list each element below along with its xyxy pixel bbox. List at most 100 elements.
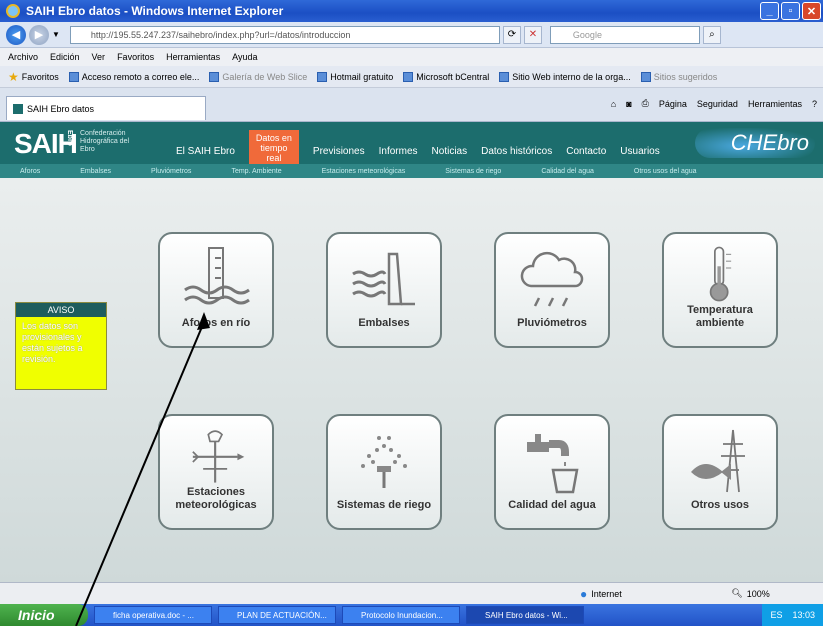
aviso-box: AVISO Los datos son provisionales y está… [15,302,107,390]
page-icon [13,103,23,114]
taskbar-item[interactable]: PLAN DE ACTUACIÓN... [218,606,336,624]
favorite-item[interactable]: Sitio Web interno de la orga... [499,71,631,82]
sprinkler-icon [361,436,407,488]
menu-edicion[interactable]: Edición [50,52,80,62]
tile-riego[interactable]: Sistemas de riego [326,414,442,530]
tile-estaciones[interactable]: Estaciones meteorológicas [158,414,274,530]
back-button[interactable]: ◀ [6,24,26,45]
taskbar-item[interactable]: ficha operativa.doc - ... [94,606,212,624]
favorites-bar: ★ Favoritos Acceso remoto a correo ele...… [0,66,823,88]
rain-cloud-icon [520,251,584,307]
clock: 13:03 [792,610,815,620]
tile-aforos[interactable]: Aforos en río [158,232,274,348]
sub-nav: Aforos Embalses Pluviómetros Temp. Ambie… [0,164,823,178]
tool-pagina[interactable]: Página [659,99,687,109]
maximize-button[interactable]: ▫ [781,2,800,20]
print-icon[interactable]: ⎙ [642,98,649,109]
logo-side-text: Ebro [66,130,73,146]
zoom-level[interactable]: 100% [747,589,770,599]
page-icon [317,71,328,82]
confederacion-text: Confederación Hidrográfica del Ebro [80,130,130,153]
dropdown-icon[interactable]: ▼ [52,30,60,39]
tile-label: Temperatura ambiente [687,304,753,329]
feeds-icon[interactable]: ◙ [626,99,631,109]
zoom-icon[interactable]: 🔍︎ [731,588,742,599]
page-icon [403,71,414,82]
menu-ver[interactable]: Ver [92,52,106,62]
page-icon [640,71,651,82]
page-icon [68,71,79,82]
tile-label: Aforos en río [181,317,251,329]
nav-historicos[interactable]: Datos históricos [481,146,552,157]
address-input[interactable]: http://195.55.247.237/saihebro/index.php… [69,25,500,44]
tile-label: Calidad del agua [508,499,596,511]
zone-label: Internet [591,588,622,599]
chebro-logo[interactable]: CHEbro [695,128,815,158]
tab-saih-ebro[interactable]: SAIH Ebro datos [6,96,206,120]
favorite-item[interactable]: Microsoft bCentral [403,71,489,82]
nav-contacto[interactable]: Contacto [566,146,606,157]
help-icon[interactable]: ? [812,99,817,109]
menu-favoritos[interactable]: Favoritos [117,52,154,62]
subnav-item[interactable]: Temp. Ambiente [231,168,281,175]
search-icon[interactable]: ⌕ [702,25,721,44]
close-button[interactable]: ✕ [802,2,821,20]
subnav-item[interactable]: Estaciones meteorológicas [322,168,406,175]
tile-otros-usos[interactable]: Otros usos [662,414,778,530]
nav-el-saih[interactable]: El SAIH Ebro [176,146,235,157]
subnav-item[interactable]: Aforos [20,168,40,175]
status-bar: ● Internet 🔍︎ 100% [0,582,823,604]
command-bar: ⌂ ◙ ⎙ Página Seguridad Herramientas ? [611,98,817,109]
aviso-text: Los datos son provisionales y están suje… [22,321,83,364]
system-tray: ES 13:03 [762,604,823,626]
favorite-item[interactable]: Galería de Web Slice [209,71,307,82]
minimize-button[interactable]: _ [760,2,779,20]
tile-label: Pluviómetros [517,317,587,329]
subnav-item[interactable]: Pluviómetros [151,168,191,175]
tile-embalses[interactable]: Embalses [326,232,442,348]
favorite-item[interactable]: Hotmail gratuito [317,71,393,82]
favorites-button[interactable]: ★ Favoritos [8,70,59,84]
nav-usuarios[interactable]: Usuarios [620,146,659,157]
nav-tiempo-real[interactable]: Datos en tiempo real [248,130,299,166]
nav-informes[interactable]: Informes [379,146,418,157]
language-indicator[interactable]: ES [770,610,782,620]
menu-ayuda[interactable]: Ayuda [232,52,257,62]
taskbar-item[interactable]: SAIH Ebro datos - Wi... [466,606,584,624]
tile-pluviometros[interactable]: Pluviómetros [494,232,610,348]
weather-vane-icon [192,430,245,483]
menu-herramientas[interactable]: Herramientas [166,52,220,62]
tile-label: Otros usos [690,499,750,511]
main-nav: El SAIH Ebro Datos en tiempo real Previs… [176,130,660,166]
taskbar-item[interactable]: Protocolo Inundacion... [342,606,460,624]
start-button[interactable]: Inicio [0,604,88,626]
address-toolbar: ◀ ▶ ▼ http://195.55.247.237/saihebro/ind… [0,22,823,48]
refresh-icon[interactable]: ⟳ [502,25,521,44]
page-icon [499,71,510,82]
menu-archivo[interactable]: Archivo [8,52,38,62]
tool-seguridad[interactable]: Seguridad [697,99,738,109]
stop-icon[interactable]: ✕ [523,25,542,44]
forward-button[interactable]: ▶ [29,24,49,45]
river-gauge-icon [184,247,250,305]
subnav-item[interactable]: Embalses [80,168,111,175]
tile-calidad[interactable]: Calidad del agua [494,414,610,530]
subnav-item[interactable]: Otros usos del agua [634,168,697,175]
dam-icon [352,252,415,306]
tile-label: Sistemas de riego [336,499,432,511]
nav-noticias[interactable]: Noticias [432,146,468,157]
favorite-item[interactable]: Acceso remoto a correo ele... [68,71,199,82]
ie-icon [6,4,20,18]
tile-label: Embalses [358,317,410,329]
nav-previsiones[interactable]: Previsiones [313,146,365,157]
search-input[interactable]: Google [549,25,700,44]
favorite-item[interactable]: Sitios sugeridos [640,71,717,82]
tile-temperatura[interactable]: Temperatura ambiente [662,232,778,348]
subnav-item[interactable]: Sistemas de riego [445,168,501,175]
subnav-item[interactable]: Calidad del agua [541,168,594,175]
fish-pylon-icon [691,429,745,493]
home-icon[interactable]: ⌂ [611,99,616,109]
window-titlebar: SAIH Ebro datos - Windows Internet Explo… [0,0,823,22]
tool-herramientas[interactable]: Herramientas [748,99,802,109]
globe-icon: ● [580,586,588,601]
